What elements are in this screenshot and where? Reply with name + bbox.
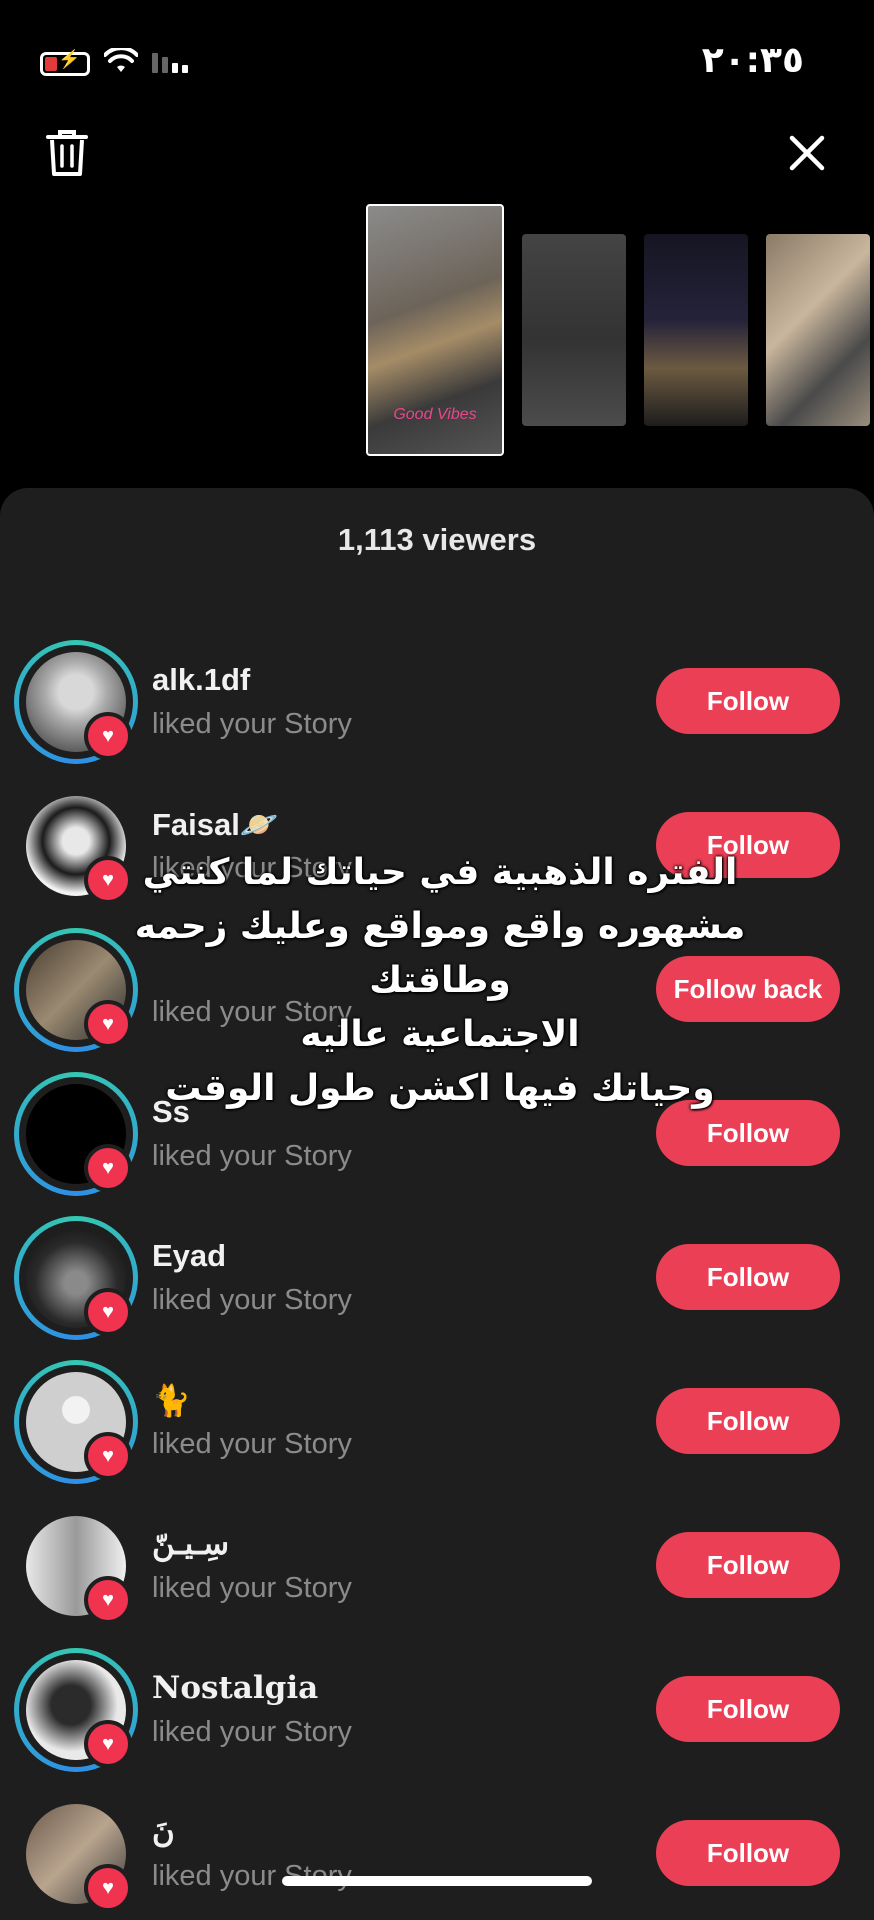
heart-icon: ♥	[84, 712, 132, 760]
viewer-row[interactable]: ♥ سِـيـنّ liked your Story Follow	[0, 1494, 874, 1638]
close-icon[interactable]	[784, 128, 830, 178]
avatar[interactable]: ♥	[14, 1360, 138, 1484]
heart-icon: ♥	[84, 1432, 132, 1480]
trash-icon[interactable]	[44, 128, 90, 178]
story-thumbnails: Good Vibes	[366, 204, 874, 464]
cellular-icon	[152, 49, 192, 78]
viewer-activity: liked your Story	[152, 1140, 352, 1172]
follow-button[interactable]: Follow	[656, 1532, 840, 1598]
viewer-activity: liked your Story	[152, 708, 352, 740]
viewer-row[interactable]: ♥ Eyad liked your Story Follow	[0, 1206, 874, 1350]
follow-button[interactable]: Follow	[656, 1388, 840, 1454]
viewer-name: Nostalgia	[152, 1670, 319, 1706]
heart-icon: ♥	[84, 1720, 132, 1768]
story-thumbnail[interactable]	[766, 234, 870, 426]
viewer-name: Faisal🪐	[152, 807, 279, 842]
wifi-icon	[103, 46, 139, 79]
avatar[interactable]: ♥	[14, 1792, 138, 1916]
viewer-row[interactable]: ♥ 🐈 liked your Story Follow	[0, 1350, 874, 1494]
viewer-activity: liked your Story	[152, 1572, 352, 1604]
follow-button[interactable]: Follow	[656, 1244, 840, 1310]
top-actions	[0, 128, 874, 178]
story-text-overlay: الفتره الذهبية في حياتك لما كنتي مشهوره …	[134, 852, 746, 1109]
viewer-row[interactable]: ♥ Nostalgia liked your Story Follow	[0, 1638, 874, 1782]
heart-icon: ♥	[84, 1864, 132, 1912]
viewers-count-title: 1,113 viewers	[337, 522, 537, 557]
battery-icon	[40, 49, 90, 76]
viewer-activity: liked your Story	[152, 1716, 352, 1748]
viewer-name: alk.1df	[152, 662, 251, 697]
viewer-row[interactable]: ♥ alk.1df liked your Story Follow	[0, 630, 874, 774]
viewer-name: Eyad	[152, 1238, 227, 1273]
follow-button[interactable]: Follow	[656, 1820, 840, 1886]
viewer-activity: liked your Story	[152, 1284, 352, 1316]
avatar[interactable]: ♥	[14, 1648, 138, 1772]
viewers-sheet: 1,113 viewers ♥ alk.1df liked your Story…	[0, 488, 874, 1920]
viewer-name: سِـيـنّ	[152, 1526, 230, 1561]
viewers-list: ♥ alk.1df liked your Story Follow ♥ Fais…	[0, 588, 874, 1920]
thumbnail-label: Good Vibes	[393, 406, 477, 423]
status-bar: ٢٠:٣٥	[0, 0, 874, 120]
heart-icon: ♥	[84, 1288, 132, 1336]
viewer-name: 🐈	[152, 1383, 191, 1418]
story-thumbnail[interactable]	[644, 234, 748, 426]
story-thumbnail-selected[interactable]: Good Vibes	[366, 204, 504, 456]
avatar[interactable]: ♥	[14, 1216, 138, 1340]
follow-button[interactable]: Follow	[656, 1676, 840, 1742]
home-indicator[interactable]	[282, 1876, 592, 1886]
status-icons	[40, 46, 192, 79]
viewer-row[interactable]: ♥ نَ liked your Story Follow	[0, 1782, 874, 1920]
follow-button[interactable]: Follow	[656, 668, 840, 734]
viewer-name: نَ	[152, 1814, 175, 1849]
heart-icon: ♥	[84, 1144, 132, 1192]
story-thumbnail[interactable]	[522, 234, 626, 426]
status-time: ٢٠:٣٥	[701, 40, 804, 81]
avatar[interactable]: ♥	[14, 1504, 138, 1628]
avatar[interactable]: ♥	[14, 640, 138, 764]
heart-icon: ♥	[84, 1576, 132, 1624]
viewer-activity: liked your Story	[152, 1428, 352, 1460]
